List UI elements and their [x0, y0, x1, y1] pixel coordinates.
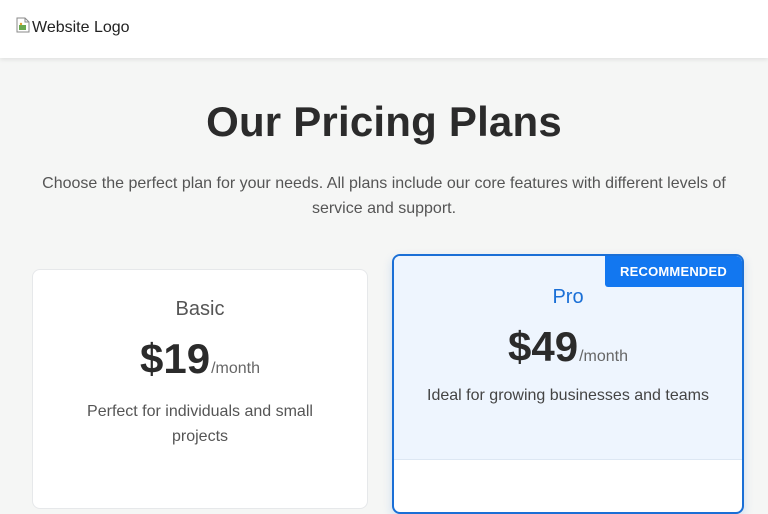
plan-price: $49	[508, 323, 579, 370]
plan-description: Perfect for individuals and small projec…	[87, 403, 313, 445]
broken-image-icon	[16, 17, 30, 33]
plan-card-pro: RECOMMENDED Pro $49 /month Ideal for gro…	[392, 254, 744, 514]
page-title: Our Pricing Plans	[206, 98, 562, 145]
logo-alt-text: Website Logo	[32, 19, 130, 36]
plan-header-basic: Basic $19 /month Perfect for individuals…	[33, 270, 367, 449]
plan-period: /month	[579, 348, 628, 365]
plan-description: Ideal for growing businesses and teams	[427, 387, 709, 404]
plan-card-basic: Basic $19 /month Perfect for individuals…	[32, 269, 368, 509]
plan-price-row: $19 /month	[33, 335, 367, 383]
page-subtitle: Choose the perfect plan for your needs. …	[42, 175, 726, 217]
plan-name: Basic	[175, 298, 225, 320]
plan-period: /month	[211, 360, 260, 377]
recommended-badge: RECOMMENDED	[605, 256, 742, 287]
plan-price-row: $49 /month	[394, 323, 742, 371]
site-header: Website Logo	[0, 0, 768, 58]
website-logo[interactable]: Website Logo	[16, 16, 130, 40]
plan-price: $19	[140, 335, 211, 382]
